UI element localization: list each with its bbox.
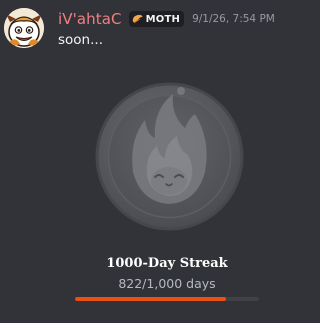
avatar-character-icon [4, 8, 44, 48]
moth-wing-icon [132, 14, 143, 24]
message-text: soon... [58, 32, 103, 48]
streak-badge [93, 80, 246, 233]
user-avatar[interactable] [4, 8, 44, 48]
badge-title: 1000-Day Streak [106, 256, 228, 271]
streak-progress-fill [75, 297, 227, 301]
username[interactable]: iV'ahtaC [58, 10, 122, 28]
badge-progress-text: 822/1,000 days [118, 276, 216, 291]
streak-progress-bar [75, 297, 259, 301]
message-header: iV'ahtaC MOTH 9/1/26, 7:54 PM [58, 9, 275, 29]
server-tag-label: MOTH [145, 13, 181, 25]
server-tag[interactable]: MOTH [128, 11, 185, 27]
message-timestamp: 9/1/26, 7:54 PM [192, 13, 275, 25]
flame-medal-icon [95, 82, 244, 231]
chat-message: iV'ahtaC MOTH 9/1/26, 7:54 PM soon... 10… [0, 0, 285, 323]
